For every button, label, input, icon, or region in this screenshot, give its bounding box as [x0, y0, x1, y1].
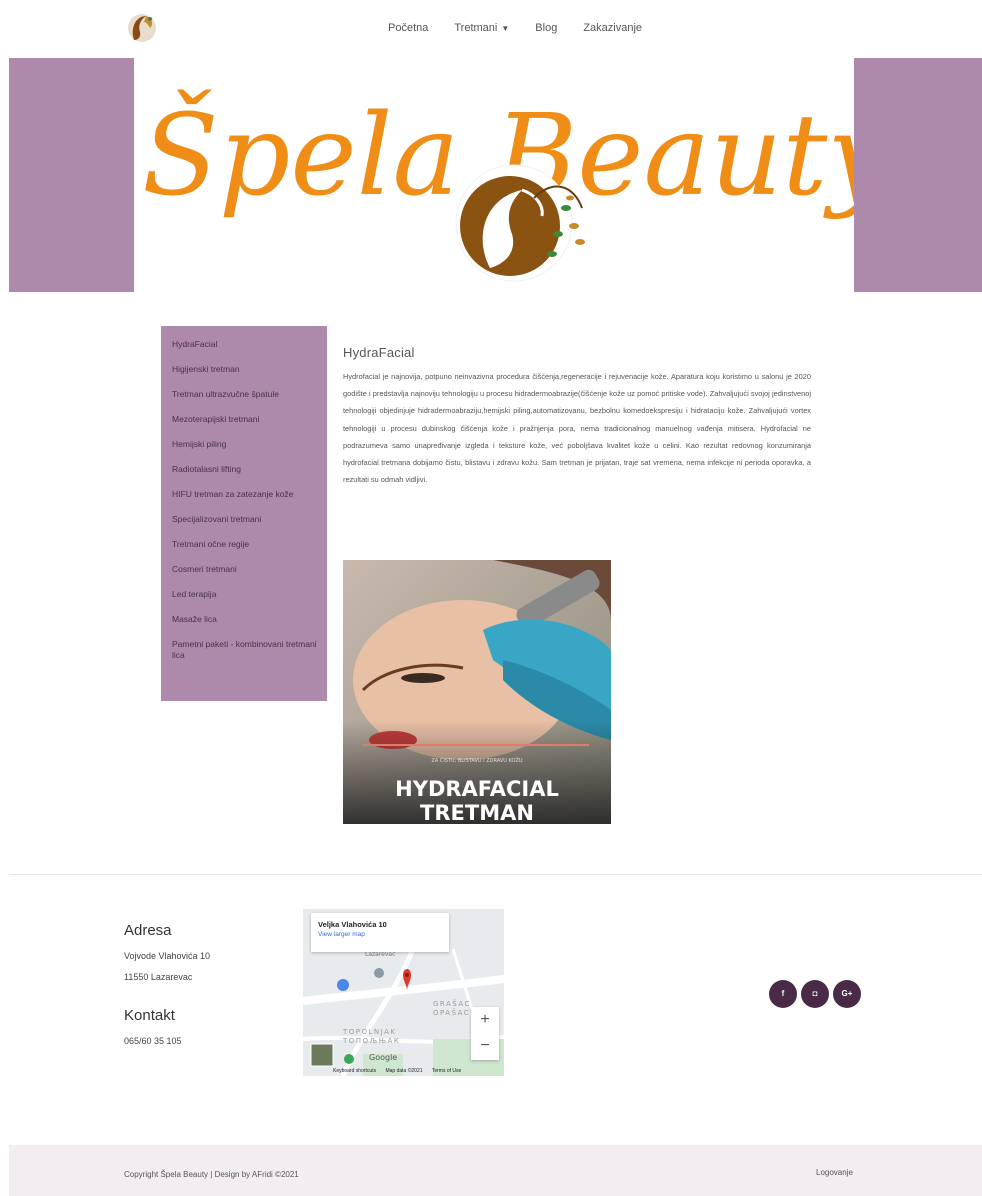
contact-phone: 065/60 35 105 — [124, 1036, 182, 1046]
view-larger-map-link[interactable]: View larger map — [318, 931, 442, 938]
sidebar-item-specialized[interactable]: Specijalizovani tretmani — [172, 514, 317, 525]
google-logo: Google — [369, 1053, 397, 1062]
map-keyboard-shortcuts[interactable]: Keyboard shortcuts — [333, 1068, 376, 1074]
map-info-card: Veljka Vlahovića 10 View larger map — [311, 913, 449, 952]
sidebar-item-hifu[interactable]: HIFU tretman za zatezanje kože — [172, 489, 317, 500]
sidebar-item-eye-region[interactable]: Tretmani očne regije — [172, 539, 317, 550]
map-label-opasac: OPAŠAC — [433, 1008, 470, 1017]
promo-title-line2: TRETMAN — [420, 801, 534, 824]
top-navbar: Početna Tretmani ▼ Blog Zakazivanje — [0, 0, 982, 58]
treatment-content: HydraFacial Hydrofacial je najnovija, po… — [343, 345, 811, 488]
sidebar-item-rf-lifting[interactable]: Radiotalasni lifting — [172, 464, 317, 475]
social-links: f ◘ G+ — [769, 980, 861, 1008]
brand-logo: Špela Beauty — [142, 90, 854, 282]
map-label-topolnjak: TOPOLNJAK — [342, 1028, 396, 1036]
zoom-out-button[interactable]: − — [471, 1033, 499, 1059]
map-label-lazarevac: Lazarevac — [365, 951, 395, 958]
map-terms-link[interactable]: Terms of Use — [432, 1068, 461, 1074]
sidebar-item-hygienic[interactable]: Higijenski tretman — [172, 364, 317, 375]
footer-divider — [9, 874, 982, 875]
sidebar-item-ultrasonic[interactable]: Tretman ultrazvučne špatule — [172, 389, 317, 400]
embedded-map[interactable]: Lazarevac GRAŠAC OPAŠAC TOPOLNJAK ТОПОЉЊ… — [303, 909, 504, 1076]
sidebar-item-led[interactable]: Led terapija — [172, 589, 317, 600]
nav-booking[interactable]: Zakazivanje — [583, 22, 642, 34]
zoom-in-button[interactable]: + — [471, 1007, 499, 1033]
sidebar-item-mesotherapy[interactable]: Mezoterapijski tretmani — [172, 414, 317, 425]
nav-home[interactable]: Početna — [388, 22, 428, 34]
map-data-credit: Map data ©2021 — [385, 1068, 423, 1074]
hydrafacial-promo-image: ZA ČISTU, BLISTAVU I ZDRAVU KOŽU HYDRAFA… — [343, 560, 611, 824]
sidebar-item-massage[interactable]: Masaže lica — [172, 614, 317, 625]
login-link[interactable]: Logovanje — [816, 1168, 853, 1177]
map-zoom-control: + − — [471, 1007, 499, 1060]
map-label-grasac: GRAŠAC — [433, 999, 471, 1008]
contact-heading: Kontakt — [124, 1007, 175, 1024]
nav-links: Početna Tretmani ▼ Blog Zakazivanje — [388, 22, 668, 34]
logo-icon[interactable] — [126, 10, 158, 46]
sidebar-item-packages[interactable]: Pametni paketi - kombinovani tretmani li… — [172, 639, 317, 661]
promo-title-line1: HYDRAFACIAL — [395, 777, 559, 801]
treatment-title: HydraFacial — [343, 345, 415, 360]
map-label-topolnjak-cyr: ТОПОЉЊАК — [342, 1037, 400, 1045]
nav-treatments-label: Tretmani — [454, 22, 498, 34]
sidebar-item-chemical-peel[interactable]: Hemijski piling — [172, 439, 317, 450]
instagram-icon[interactable]: ◘ — [801, 980, 829, 1008]
sidebar-item-cosmeri[interactable]: Cosmeri tretmani — [172, 564, 317, 575]
hero-logo-panel: Špela Beauty — [134, 58, 854, 292]
sidebar-item-hydrafacial[interactable]: HydraFacial — [172, 339, 317, 350]
address-heading: Adresa — [124, 922, 172, 939]
promo-small-text: ZA ČISTU, BLISTAVU I ZDRAVU KOŽU — [431, 756, 523, 764]
address-line2: 11550 Lazarevac — [124, 972, 193, 982]
address-line1: Vojvode Vlahovića 10 — [124, 951, 211, 961]
nav-treatments-dropdown[interactable]: Tretmani ▼ — [454, 22, 509, 34]
map-attribution: Keyboard shortcuts Map data ©2021 Terms … — [333, 1068, 469, 1074]
copyright-text: Copyright Špela Beauty | Design by AFrid… — [124, 1170, 299, 1179]
facebook-icon[interactable]: f — [769, 980, 797, 1008]
treatment-description: Hydrofacial je najnovija, potpuno neinva… — [343, 372, 811, 485]
nav-blog[interactable]: Blog — [535, 22, 557, 34]
caret-down-icon: ▼ — [501, 23, 510, 33]
google-plus-icon[interactable]: G+ — [833, 980, 861, 1008]
treatments-sidebar: HydraFacial Higijenski tretman Tretman u… — [161, 326, 327, 701]
map-card-title: Veljka Vlahovića 10 — [318, 920, 387, 929]
